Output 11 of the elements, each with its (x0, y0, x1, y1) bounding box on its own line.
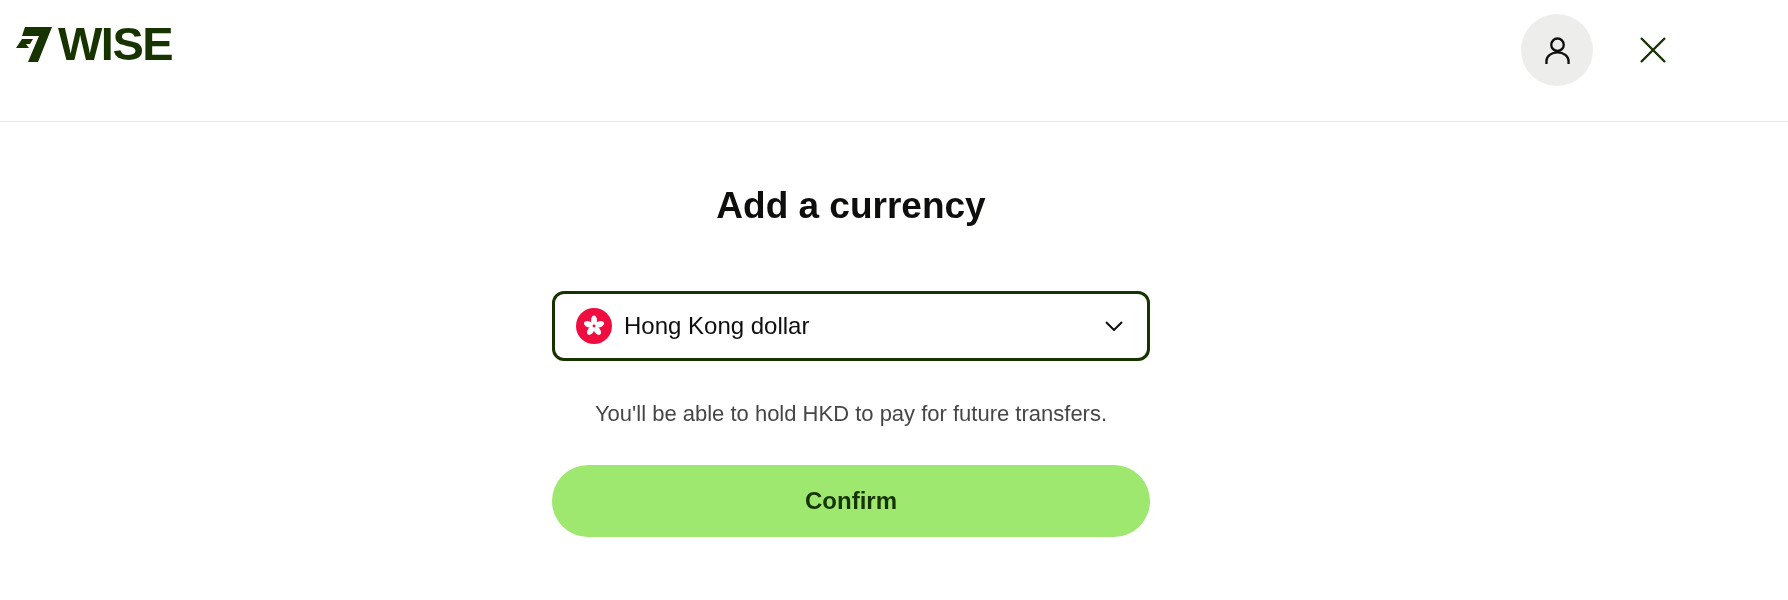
flag-icon (576, 308, 612, 344)
page-title: Add a currency (716, 184, 986, 228)
close-button[interactable] (1640, 37, 1666, 63)
chevron-down-icon (1105, 321, 1123, 331)
flag-logo-icon (16, 26, 52, 62)
person-icon (1544, 36, 1570, 64)
hint-text: You'll be able to hold HKD to pay for future transfers. (594, 401, 1108, 427)
logo[interactable]: WISE (16, 22, 173, 66)
confirm-button[interactable]: Confirm (552, 465, 1150, 537)
currency-select[interactable]: Hong Kong dollar (552, 291, 1150, 361)
close-icon (1640, 37, 1666, 63)
